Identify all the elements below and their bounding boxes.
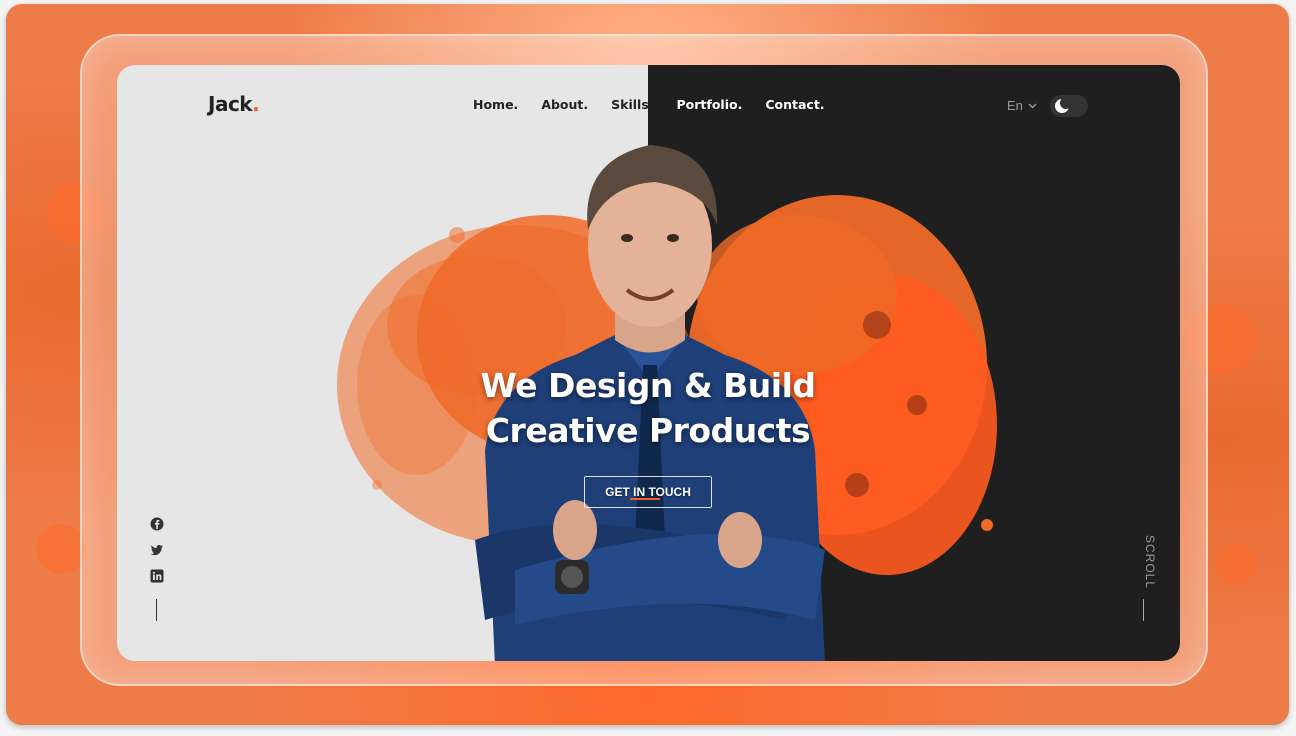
paint-splatter	[36, 524, 86, 574]
social-divider-line	[156, 599, 157, 621]
nav-portfolio[interactable]: Portfolio.	[677, 97, 743, 112]
hero-headline: We Design & Build Creative Products	[417, 363, 879, 453]
language-selector[interactable]: En	[1007, 98, 1037, 113]
nav-skills[interactable]: Skills.	[611, 97, 653, 112]
scroll-line	[1143, 599, 1144, 621]
linkedin-icon[interactable]	[150, 569, 164, 583]
logo-text: Jack	[208, 92, 253, 116]
logo-dot: .	[252, 92, 260, 116]
nav-home[interactable]: Home.	[473, 97, 518, 112]
chevron-down-icon	[1028, 103, 1037, 108]
social-links	[150, 517, 164, 583]
headline-line-1: We Design & Build	[480, 366, 816, 405]
language-label: En	[1007, 98, 1023, 113]
main-nav: Home. About. Skills. Portfolio. Contact.	[473, 97, 848, 112]
facebook-icon[interactable]	[150, 517, 164, 531]
paint-splatter	[1216, 544, 1256, 584]
scroll-indicator[interactable]: SCROLL	[1127, 535, 1157, 595]
website-screen: Jack. Home. About. Skills. Portfolio. Co…	[117, 65, 1180, 661]
nav-contact[interactable]: Contact.	[765, 97, 824, 112]
site-logo[interactable]: Jack.	[208, 92, 260, 116]
nav-about[interactable]: About.	[541, 97, 588, 112]
cta-label: GET IN TOUCH	[605, 485, 691, 499]
twitter-icon[interactable]	[150, 543, 164, 557]
moon-icon	[1055, 98, 1070, 113]
theme-toggle[interactable]	[1050, 95, 1088, 117]
get-in-touch-button[interactable]: GET IN TOUCH	[584, 476, 712, 508]
headline-line-2: Creative Products	[485, 411, 811, 450]
cta-underline	[630, 498, 660, 500]
